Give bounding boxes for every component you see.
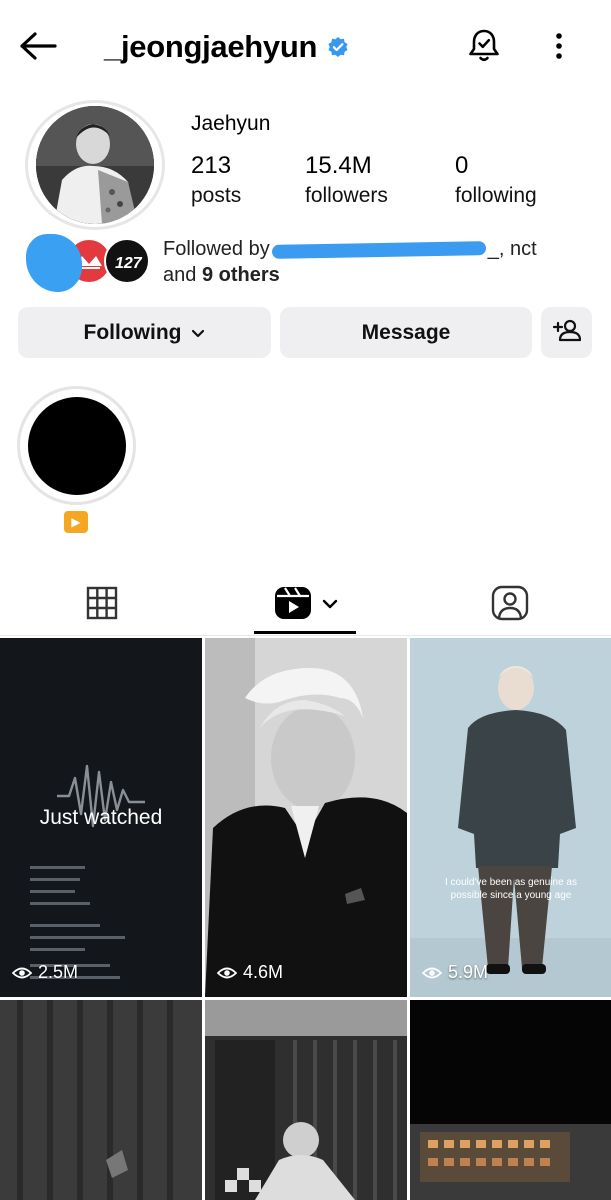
- tagged-person-icon: [491, 585, 529, 626]
- followed-by-prefix: Followed by: [163, 238, 270, 260]
- active-tab-indicator: [254, 631, 356, 634]
- following-count: 0: [455, 152, 469, 179]
- play-button-icon: ▶: [64, 511, 88, 533]
- reels-icon: [274, 585, 312, 626]
- reel-thumbnail: [205, 1000, 407, 1200]
- mutual-followers-avatars[interactable]: 127: [18, 228, 158, 294]
- add-user-icon: [552, 318, 581, 348]
- followed-by-and: and: [163, 264, 197, 286]
- following-button-label: Following: [83, 320, 182, 344]
- eye-icon: [422, 967, 442, 978]
- suggested-users-button[interactable]: [541, 307, 592, 358]
- profile-avatar[interactable]: [25, 100, 165, 230]
- reel-tile[interactable]: [410, 1000, 611, 1200]
- following-button[interactable]: Following: [18, 307, 271, 358]
- view-count-value: 5.9M: [448, 962, 489, 982]
- notifications-bell-icon[interactable]: [464, 26, 504, 66]
- view-count: 5.9M: [422, 962, 488, 983]
- posts-label: posts: [191, 184, 242, 207]
- display-name: Jaehyun: [191, 112, 271, 135]
- chevron-down-icon: [322, 596, 338, 614]
- followed-by-others: 9 others: [201, 264, 280, 286]
- message-button[interactable]: Message: [280, 307, 532, 358]
- eye-icon: [12, 967, 32, 978]
- nct-logo-icon: 127: [104, 238, 150, 284]
- chevron-down-icon: [191, 321, 205, 345]
- back-arrow-icon[interactable]: [18, 28, 58, 64]
- tab-reels[interactable]: [255, 578, 357, 632]
- username: _jeongjaehyun: [104, 29, 318, 64]
- reel-thumbnail: [0, 1000, 202, 1200]
- reel-thumbnail: [205, 638, 407, 997]
- verified-badge-icon: [327, 36, 349, 58]
- stat-following[interactable]: 0 following: [455, 152, 537, 212]
- top-bar: _jeongjaehyun: [0, 0, 611, 92]
- reel-tile[interactable]: [205, 1000, 407, 1200]
- eye-icon: [217, 967, 237, 978]
- profile-tabs: [0, 568, 611, 636]
- story-highlight[interactable]: [17, 386, 136, 505]
- reel-thumbnail: [410, 638, 611, 997]
- svg-text:127: 127: [115, 255, 143, 272]
- reel-tile[interactable]: I could've been as genuine as possible s…: [410, 638, 611, 997]
- reel-caption: I could've been as genuine as possible s…: [444, 877, 577, 901]
- followers-count: 15.4M: [305, 152, 372, 179]
- avatar-photo: [36, 106, 154, 224]
- grid-icon: [86, 586, 118, 625]
- followers-label: followers: [305, 184, 388, 207]
- view-count-value: 2.5M: [38, 962, 79, 982]
- view-count: 4.6M: [217, 962, 283, 983]
- highlight-cover: [27, 396, 126, 495]
- followed-by-tail: _, nct: [487, 238, 537, 260]
- username-header: _jeongjaehyun: [104, 28, 349, 66]
- redacted-names: [271, 240, 486, 259]
- following-label: following: [455, 184, 537, 207]
- reel-tile[interactable]: [0, 1000, 202, 1200]
- reel-thumbnail: [410, 1000, 611, 1200]
- view-count-value: 4.6M: [243, 962, 284, 982]
- redacted-avatar: [26, 234, 82, 292]
- tab-tagged[interactable]: [486, 578, 534, 632]
- message-button-label: Message: [361, 320, 451, 344]
- stat-posts[interactable]: 213 posts: [191, 152, 241, 212]
- reel-tile[interactable]: 4.6M: [205, 638, 407, 997]
- posts-count: 213: [191, 152, 232, 179]
- reel-tile[interactable]: Just watched 2.5M: [0, 638, 202, 997]
- just-watched-label: Just watched: [39, 806, 163, 829]
- stat-followers[interactable]: 15.4M followers: [305, 152, 388, 212]
- more-options-icon[interactable]: [544, 28, 574, 64]
- tab-posts-grid[interactable]: [80, 578, 124, 632]
- view-count: 2.5M: [12, 962, 78, 983]
- followed-by-text[interactable]: Followed by _, nct and 9 others: [163, 236, 593, 288]
